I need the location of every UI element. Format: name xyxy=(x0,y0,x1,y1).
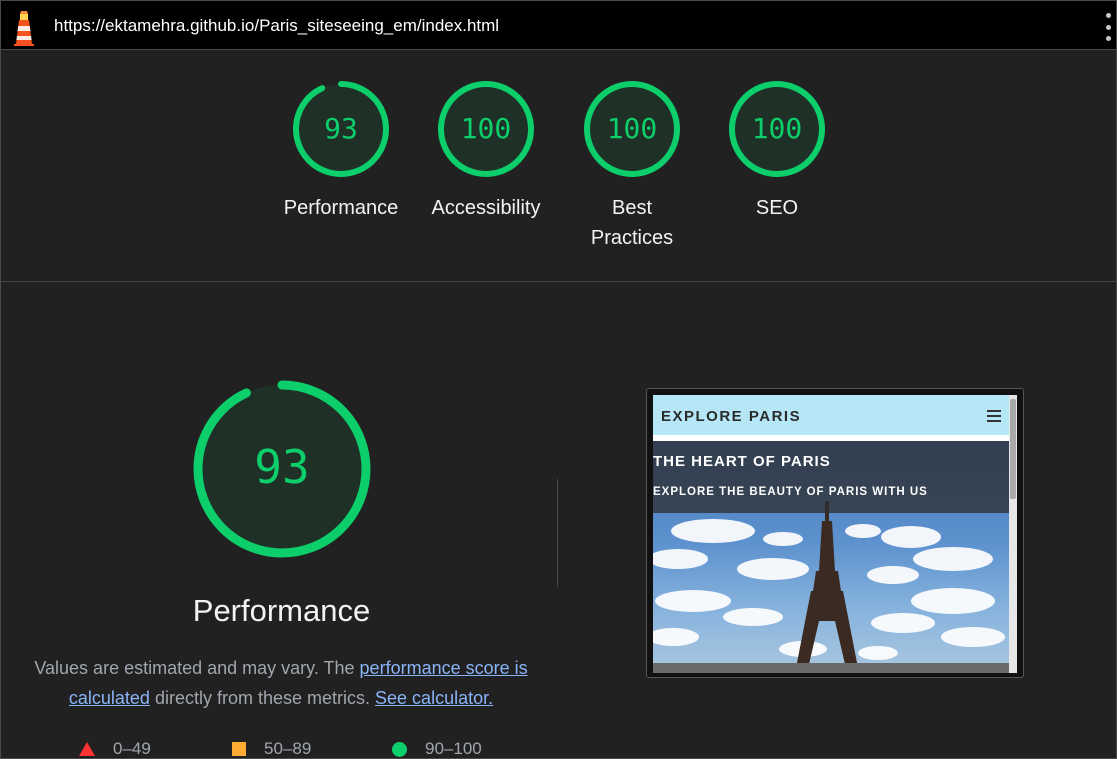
performance-title: Performance xyxy=(192,593,371,628)
score-gauge: 100 xyxy=(438,81,534,177)
circle-icon xyxy=(392,741,407,757)
square-icon xyxy=(232,742,246,756)
desc-text: directly from these metrics. xyxy=(154,688,371,708)
final-screenshot[interactable]: EXPLORE PARIS THE HEART OF PARIS EXPLORE… xyxy=(646,388,1024,678)
category-gauges: 93 Performance 100 Accessibility 100 Bes… xyxy=(0,50,1117,282)
gauge-label: Best Practices xyxy=(590,197,674,249)
hero-caption: THE HEART OF PARIS EXPLORE THE BEAUTY OF… xyxy=(653,441,1009,513)
legend-range: 50–89 xyxy=(264,739,312,758)
performance-section: 93 Performance Values are estimated and … xyxy=(0,282,1117,759)
see-calculator-link[interactable]: See calculator. xyxy=(375,688,493,708)
hero-subtitle: EXPLORE THE BEAUTY OF PARIS WITH US xyxy=(653,486,928,498)
legend-average: 50–89 xyxy=(232,739,311,759)
legend-range: 0–49 xyxy=(113,739,151,758)
legend-pass: 90–100 xyxy=(392,739,482,759)
score-gauge: 93 xyxy=(293,81,389,177)
triangle-icon xyxy=(79,742,95,756)
gauge-label: Performance xyxy=(283,197,399,219)
vertical-divider xyxy=(557,479,558,587)
gauge-best-practices[interactable]: 100 Best Practices xyxy=(552,79,712,253)
legend-range: 90–100 xyxy=(425,739,482,758)
performance-description: Values are estimated and may vary. The p… xyxy=(31,653,531,713)
gauge-label: SEO xyxy=(755,197,799,219)
desc-text: Values are estimated and may vary. The xyxy=(34,658,355,678)
report-header: https://ektamehra.github.io/Paris_sitese… xyxy=(0,0,1117,50)
gauge-label: Accessibility xyxy=(431,197,541,219)
site-brand: EXPLORE PARIS xyxy=(661,408,802,425)
gauge-score: 93 xyxy=(324,112,358,145)
gauge-score: 100 xyxy=(461,112,512,145)
kebab-menu-icon[interactable] xyxy=(1104,13,1112,41)
gauge-score: 100 xyxy=(752,112,803,145)
performance-gauge: 93 xyxy=(193,380,371,558)
gauge-performance[interactable]: 93 Performance xyxy=(261,79,421,223)
gauge-seo[interactable]: 100 SEO xyxy=(697,79,857,223)
score-gauge: 100 xyxy=(584,81,680,177)
hero-image: THE HEART OF PARIS EXPLORE THE BEAUTY OF… xyxy=(653,441,1009,673)
report-url[interactable]: https://ektamehra.github.io/Paris_sitese… xyxy=(54,16,499,36)
lighthouse-icon xyxy=(14,11,34,46)
gauge-accessibility[interactable]: 100 Accessibility xyxy=(406,79,566,223)
hamburger-icon xyxy=(987,410,1001,422)
screenshot-scrollbar xyxy=(1009,395,1017,673)
hero-title: THE HEART OF PARIS xyxy=(653,453,831,470)
screenshot-page: EXPLORE PARIS THE HEART OF PARIS EXPLORE… xyxy=(653,395,1017,673)
legend-fail: 0–49 xyxy=(79,739,151,759)
site-navbar: EXPLORE PARIS xyxy=(653,395,1009,438)
performance-score: 93 xyxy=(254,440,309,494)
score-gauge: 100 xyxy=(729,81,825,177)
gauge-score: 100 xyxy=(607,112,658,145)
